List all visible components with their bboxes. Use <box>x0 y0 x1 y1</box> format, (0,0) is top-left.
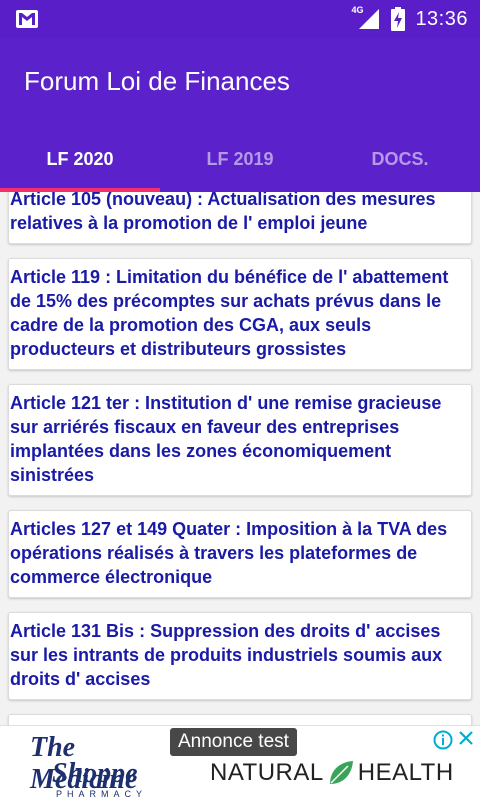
tab-docs[interactable]: DOCS. <box>320 140 480 192</box>
article-card[interactable]: Articles 127 et 149 Quater : Imposition … <box>8 510 472 598</box>
gmail-notification-icon <box>16 10 38 28</box>
ad-close-icon[interactable] <box>458 730 474 746</box>
article-card[interactable]: Article 131 Bis : Suppression des droits… <box>8 612 472 700</box>
tab-lf-2019[interactable]: LF 2019 <box>160 140 320 192</box>
ad-banner[interactable]: The Medicine Shoppe PHARMACY Annonce tes… <box>0 725 480 800</box>
natural-health-logo: NATURAL HEALTH <box>210 758 454 788</box>
ad-natural-text: NATURAL <box>210 759 324 786</box>
medicine-shoppe-logo: The Medicine Shoppe PHARMACY <box>30 732 180 799</box>
article-title: Article 121 ter : Institution d' une rem… <box>10 393 442 485</box>
leaf-icon <box>329 761 353 784</box>
app-title: Forum Loi de Finances <box>24 66 290 96</box>
app-bar: Forum Loi de Finances LF 2020 LF 2019 DO… <box>0 38 480 192</box>
tab-bar: LF 2020 LF 2019 DOCS. <box>0 140 480 192</box>
article-list[interactable]: Article 105 (nouveau) : Actualisation de… <box>0 192 480 725</box>
ad-brand-line2: Shoppe <box>52 758 138 789</box>
status-time: 13:36 <box>415 7 468 30</box>
battery-charging-icon <box>391 7 406 31</box>
article-card[interactable]: Article 105 (nouveau) : Actualisation de… <box>8 192 472 244</box>
ad-test-badge: Annonce test <box>170 728 297 756</box>
tab-label: DOCS. <box>371 149 429 169</box>
ad-brand-line3: PHARMACY <box>56 789 148 799</box>
tab-lf-2020[interactable]: LF 2020 <box>0 140 160 192</box>
article-title: Article 131 Bis : Suppression des droits… <box>10 621 443 689</box>
article-title: Article 105 (nouveau) : Actualisation de… <box>10 192 436 233</box>
article-card[interactable] <box>8 714 472 725</box>
article-title: Articles 127 et 149 Quater : Imposition … <box>10 519 448 587</box>
ad-info-icon[interactable] <box>433 730 453 750</box>
tab-label: LF 2019 <box>206 149 274 169</box>
network-signal-icon: 4G <box>351 5 381 30</box>
tab-label: LF 2020 <box>46 149 114 169</box>
ad-health-text: HEALTH <box>357 759 454 786</box>
article-title: Article 119 : Limitation du bénéfice de … <box>10 267 449 359</box>
article-card[interactable]: Article 119 : Limitation du bénéfice de … <box>8 258 472 370</box>
article-card[interactable]: Article 121 ter : Institution d' une rem… <box>8 384 472 496</box>
network-type-label: 4G <box>351 5 364 15</box>
status-bar: 4G 13:36 <box>0 0 480 38</box>
